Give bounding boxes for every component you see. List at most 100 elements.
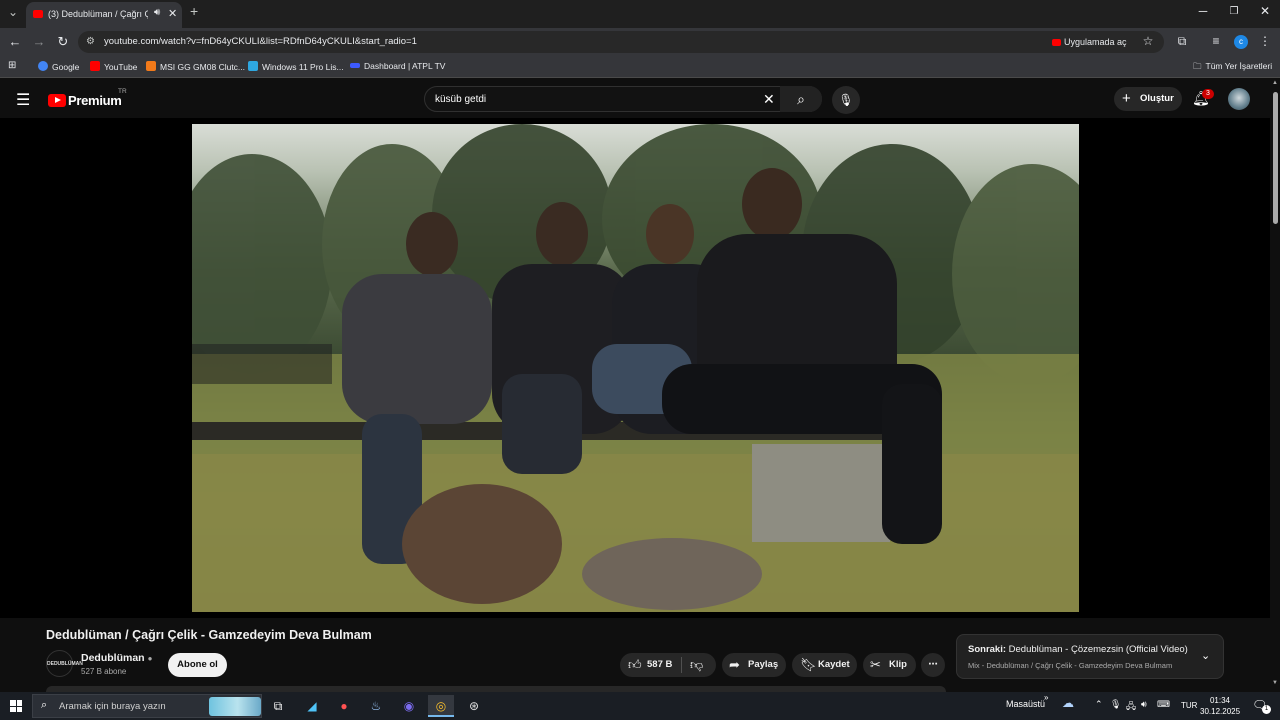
- google-icon: [38, 61, 48, 71]
- taskbar-clock[interactable]: 01:34 30.12.2025: [1200, 695, 1240, 717]
- new-tab-plus-icon[interactable]: +: [190, 3, 198, 19]
- microphone-icon[interactable]: 🎙︎: [1110, 699, 1121, 710]
- chrome-icon[interactable]: ◎: [428, 695, 454, 717]
- restore-icon[interactable]: ❐: [1219, 6, 1249, 17]
- all-bookmarks-folder[interactable]: 🗀 Tüm Yer İşaretleri: [1193, 61, 1272, 75]
- more-horizontal-icon: ⋯: [928, 659, 938, 670]
- network-icon[interactable]: 🖧: [1126, 699, 1136, 715]
- volume-icon[interactable]: 🔊︎: [1141, 699, 1147, 710]
- bookmark-icon: 🔖︎: [800, 657, 817, 672]
- search-button[interactable]: ⌕: [780, 86, 822, 112]
- create-button[interactable]: + Oluştur: [1114, 87, 1182, 111]
- save-button[interactable]: 🔖︎ Kaydet: [792, 653, 857, 677]
- browser-tab-active[interactable]: (3) Dedublüman / Çağrı Çel 🔊︎ ✕: [26, 2, 182, 28]
- logo-word: Premium: [68, 93, 122, 108]
- scroll-down-arrow-icon[interactable]: ▼: [1272, 680, 1278, 686]
- forward-arrow-icon[interactable]: →: [30, 34, 48, 49]
- voice-search-button[interactable]: 🎙︎: [832, 86, 860, 114]
- video-player[interactable]: [0, 118, 1270, 618]
- tab-search-chevron-icon[interactable]: ⌄: [8, 5, 18, 19]
- up-next-prefix: Sonraki:: [968, 644, 1007, 655]
- folder-icon: 🗀: [1193, 61, 1202, 71]
- apps-grid-icon[interactable]: ⊞: [8, 60, 16, 71]
- profile-avatar-icon[interactable]: c: [1234, 35, 1248, 49]
- wallpaper-app-icon[interactable]: ◢: [299, 695, 325, 717]
- hamburger-menu-icon[interactable]: ☰: [16, 90, 30, 110]
- scroll-up-arrow-icon[interactable]: ▲: [1272, 80, 1278, 86]
- youtube-icon: [90, 61, 100, 71]
- clip-button[interactable]: ✂ Klip: [863, 653, 916, 677]
- minimize-icon[interactable]: ─: [1188, 4, 1218, 18]
- region-code: TR: [118, 88, 127, 95]
- all-bookmarks-label: Tüm Yer İşaretleri: [1205, 61, 1273, 71]
- keyboard-icon[interactable]: ⌨: [1157, 699, 1170, 710]
- share-label: Paylaş: [748, 659, 779, 670]
- share-button[interactable]: ➦ Paylaş: [722, 653, 786, 677]
- thumbs-up-icon[interactable]: 👍︎: [628, 653, 642, 677]
- url-text: youtube.com/watch?v=fnD64yCKULI&list=RDf…: [104, 36, 417, 47]
- bookmark-star-icon[interactable]: ☆: [1139, 34, 1157, 48]
- steelseries-app-icon[interactable]: ⊛: [461, 695, 487, 717]
- like-count[interactable]: 587 B: [647, 653, 672, 677]
- bookmarks-bar: ⊞ Google YouTube MSI GG GM08 Clutc... Wi…: [0, 56, 1280, 78]
- atpl-icon: [350, 63, 360, 68]
- weather-cloud-icon[interactable]: ☁: [1062, 696, 1074, 710]
- clock-time: 01:34: [1209, 696, 1231, 705]
- site-info-icon[interactable]: ⚙: [86, 36, 95, 47]
- up-next-title: Dedublüman - Çözemezsin (Official Video): [1008, 644, 1188, 655]
- extensions-puzzle-icon[interactable]: ⧉: [1173, 34, 1191, 49]
- up-next-label: Sonraki: Dedublüman - Çözemezsin (Offici…: [968, 644, 1188, 655]
- search-input[interactable]: küsüb getdi ✕: [424, 86, 822, 112]
- account-avatar[interactable]: [1228, 88, 1250, 110]
- tab-close-icon[interactable]: ✕: [168, 7, 177, 20]
- chevron-down-icon[interactable]: ⌄: [1201, 649, 1210, 662]
- steam-icon[interactable]: ♨: [363, 695, 389, 717]
- bookmark-windows[interactable]: Windows 11 Pro Lis...: [248, 61, 344, 72]
- channel-avatar[interactable]: DEDUBLÜMAN: [46, 650, 83, 677]
- channel-name[interactable]: Dedublüman ●: [81, 652, 152, 664]
- up-next-card[interactable]: Sonraki: Dedublüman - Çözemezsin (Offici…: [956, 634, 1224, 679]
- video-title: Dedublüman / Çağrı Çelik - Gamzedeyim De…: [46, 628, 372, 642]
- bookmark-label: MSI GG GM08 Clutc...: [160, 62, 246, 72]
- windows-start-icon[interactable]: [10, 700, 22, 712]
- language-indicator[interactable]: TUR: [1181, 701, 1197, 710]
- bookmark-msi[interactable]: MSI GG GM08 Clutc...: [146, 61, 245, 72]
- bookmark-label: Windows 11 Pro Lis...: [262, 62, 344, 72]
- media-controls-icon[interactable]: ≡: [1207, 34, 1225, 48]
- desktop-label[interactable]: Masaüstü: [1006, 699, 1045, 709]
- video-frame[interactable]: [192, 124, 1079, 612]
- windows-taskbar: ⌕ Aramak için buraya yazın ⧉ ◢ ● ♨ ◉ ◎ ⊛…: [0, 692, 1280, 720]
- clip-label: Klip: [889, 659, 907, 670]
- share-arrow-icon: ➦: [729, 657, 740, 672]
- task-view-icon[interactable]: ⧉: [265, 695, 291, 717]
- video-scene-image: [192, 124, 1079, 612]
- open-in-app-button[interactable]: Uygulamada aç: [1048, 34, 1131, 50]
- youtube-premium-logo[interactable]: Premium TR: [48, 88, 127, 110]
- youtube-favicon-icon: [33, 10, 43, 18]
- notification-badge: 1: [1262, 705, 1271, 714]
- discord-icon[interactable]: ◉: [396, 695, 422, 717]
- thumbs-down-icon[interactable]: 👎︎: [690, 653, 703, 677]
- youtube-app-icon: [1052, 39, 1061, 46]
- speaker-icon[interactable]: 🔊︎: [154, 7, 160, 18]
- game-app-icon[interactable]: ●: [331, 695, 357, 717]
- reload-icon[interactable]: ↻: [54, 34, 72, 50]
- open-in-app-label: Uygulamada aç: [1064, 37, 1127, 47]
- window-close-icon[interactable]: ✕: [1250, 4, 1280, 18]
- expand-chevron-icon[interactable]: »: [1044, 693, 1048, 702]
- scrollbar-thumb[interactable]: [1273, 92, 1278, 224]
- more-actions-button[interactable]: ⋯: [921, 653, 945, 677]
- clear-search-icon[interactable]: ✕: [763, 91, 775, 108]
- subscribe-button[interactable]: Abone ol: [168, 653, 227, 677]
- show-hidden-icons-chevron-icon[interactable]: ⌃: [1095, 699, 1103, 710]
- menu-kebab-icon[interactable]: ⋮: [1256, 34, 1274, 48]
- search-icon: ⌕: [41, 699, 48, 711]
- page-scrollbar[interactable]: ▲ ▼: [1270, 80, 1280, 692]
- address-bar[interactable]: ⚙ youtube.com/watch?v=fnD64yCKULI&list=R…: [78, 31, 1164, 53]
- taskbar-search-input[interactable]: ⌕ Aramak için buraya yazın: [32, 694, 262, 718]
- bookmark-atpl[interactable]: Dashboard | ATPL TV: [350, 61, 445, 71]
- bookmark-google[interactable]: Google: [38, 61, 79, 72]
- bookmark-youtube[interactable]: YouTube: [90, 61, 137, 72]
- back-arrow-icon[interactable]: ←: [6, 34, 24, 49]
- tab-title: (3) Dedublüman / Çağrı Çel: [48, 9, 148, 19]
